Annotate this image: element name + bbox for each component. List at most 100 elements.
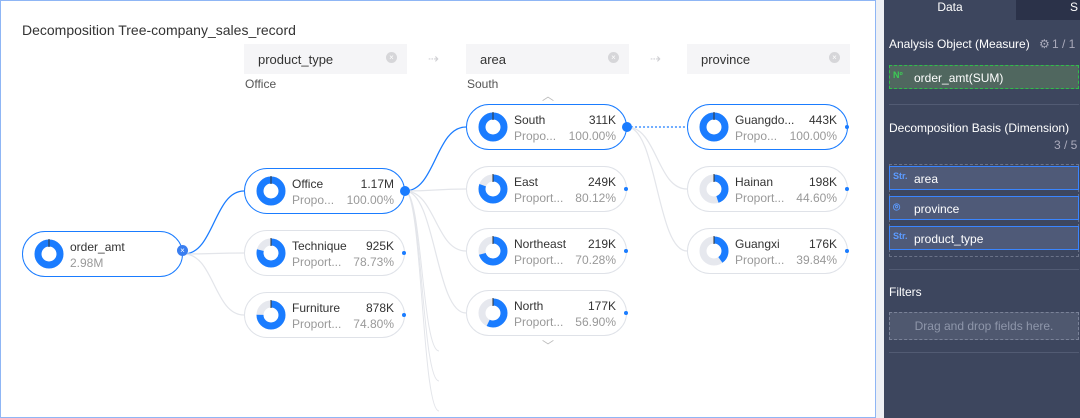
- node-name: Northeast: [514, 237, 567, 251]
- node-value: 925K: [365, 239, 394, 253]
- measure-title: Analysis Object (Measure): [889, 37, 1030, 51]
- remove-icon[interactable]: ×: [386, 52, 397, 63]
- tree-node[interactable]: East 249K Proport... 80.12%: [466, 166, 627, 212]
- level-selection: South: [467, 77, 499, 91]
- proportion-label: Propo...: [292, 193, 335, 207]
- remove-icon[interactable]: ×: [829, 52, 840, 63]
- proportion-donut-icon: [34, 239, 64, 269]
- node-value: 311K: [588, 113, 616, 127]
- tree-node[interactable]: Guangxi 176K Proport... 39.84%: [687, 228, 848, 274]
- proportion-value: 78.73%: [353, 255, 394, 269]
- tree-node[interactable]: Guangdo... 443K Propo... 100.00%: [687, 104, 848, 150]
- connector-line: [404, 190, 440, 382]
- chevron-up-icon[interactable]: ︿: [542, 87, 554, 104]
- expand-handle[interactable]: [622, 122, 632, 132]
- level-label: product_type: [258, 52, 334, 67]
- expand-handle[interactable]: [402, 251, 406, 255]
- string-icon: Str.: [893, 171, 908, 181]
- remove-icon[interactable]: ×: [608, 52, 619, 63]
- node-name: Guangdo...: [735, 113, 795, 127]
- expand-handle[interactable]: [624, 249, 628, 253]
- proportion-label: Propo...: [735, 129, 778, 143]
- proportion-label: Proport...: [514, 315, 564, 329]
- proportion-value: 80.12%: [575, 191, 616, 205]
- node-value: 176K: [808, 237, 837, 251]
- level-header-2[interactable]: province ×: [687, 44, 850, 74]
- node-name: Furniture: [292, 301, 341, 315]
- node-name: Office: [292, 177, 324, 191]
- node-name: South: [514, 113, 546, 127]
- node-name: Technique: [292, 239, 347, 253]
- proportion-donut-icon: [478, 174, 508, 204]
- decomposition-canvas: Decomposition Tree-company_sales_record …: [0, 0, 876, 418]
- sidebar: Data S Analysis Object (Measure) ⚙ 1 / 1…: [884, 0, 1080, 418]
- dimension-field-province[interactable]: ⌾ province: [889, 196, 1079, 220]
- root-node[interactable]: order_amt 2.98M: [22, 231, 183, 277]
- arrow-right-icon: ⇢: [650, 51, 661, 66]
- connector-line: [183, 252, 245, 255]
- tree-node[interactable]: Northeast 219K Proport... 70.28%: [466, 228, 627, 274]
- filters-dropzone[interactable]: Drag and drop fields here.: [889, 312, 1079, 340]
- expand-handle[interactable]: [845, 249, 849, 253]
- proportion-donut-icon: [256, 176, 286, 206]
- field-label: province: [914, 202, 960, 216]
- expand-handle[interactable]: [624, 311, 628, 315]
- dimension-title: Decomposition Basis (Dimension): [889, 121, 1070, 135]
- proportion-donut-icon: [478, 236, 508, 266]
- filters-title: Filters: [889, 285, 922, 299]
- node-value: 177K: [587, 299, 616, 313]
- tab-data[interactable]: Data: [884, 0, 1016, 20]
- gear-icon[interactable]: ⚙: [1039, 37, 1050, 51]
- measure-field[interactable]: Nº order_amt(SUM): [889, 65, 1079, 89]
- node-value: 219K: [587, 237, 616, 251]
- proportion-value: 39.84%: [796, 253, 837, 267]
- collapse-icon[interactable]: ×: [177, 245, 188, 256]
- divider: [889, 352, 1079, 353]
- node-value: 1.17M: [360, 177, 394, 191]
- expand-handle[interactable]: [402, 313, 406, 317]
- tab-style[interactable]: S: [1016, 0, 1080, 20]
- proportion-value: 74.80%: [353, 317, 394, 331]
- proportion-donut-icon: [699, 112, 729, 142]
- arrow-right-icon: ⇢: [428, 51, 439, 66]
- dimension-field-product-type[interactable]: Str. product_type: [889, 226, 1079, 250]
- tree-node[interactable]: Hainan 198K Proport... 44.60%: [687, 166, 848, 212]
- proportion-donut-icon: [256, 238, 286, 268]
- node-name: order_amt: [70, 240, 125, 254]
- tree-node[interactable]: Technique 925K Proport... 78.73%: [244, 230, 405, 276]
- proportion-donut-icon: [478, 298, 508, 328]
- expand-handle[interactable]: [400, 186, 410, 196]
- expand-handle[interactable]: [624, 187, 628, 191]
- proportion-label: Proport...: [514, 191, 564, 205]
- expand-handle[interactable]: [845, 125, 849, 129]
- level-selection: Office: [245, 77, 277, 91]
- node-name: East: [514, 175, 539, 189]
- level-header-1[interactable]: area ×: [466, 44, 629, 74]
- field-label: product_type: [914, 232, 984, 246]
- node-value: 198K: [808, 175, 837, 189]
- tree-node[interactable]: North 177K Proport... 56.90%: [466, 290, 627, 336]
- proportion-value: 100.00%: [346, 193, 394, 207]
- string-icon: Str.: [893, 231, 908, 241]
- measure-field-label: order_amt(SUM): [914, 71, 1004, 85]
- tree-node[interactable]: Office 1.17M Propo... 100.00%: [244, 168, 405, 214]
- proportion-donut-icon: [699, 174, 729, 204]
- node-name: Guangxi: [735, 237, 780, 251]
- connector-line: [404, 126, 467, 192]
- proportion-label: Proport...: [735, 253, 785, 267]
- connector-line: [626, 126, 688, 190]
- proportion-value: 70.28%: [575, 253, 616, 267]
- node-name: North: [514, 299, 544, 313]
- level-header-0[interactable]: product_type ×: [244, 44, 407, 74]
- dimension-field-area[interactable]: Str. area: [889, 166, 1079, 190]
- node-name: Hainan: [735, 175, 774, 189]
- node-value: 443K: [808, 113, 837, 127]
- connector-line: [404, 190, 440, 352]
- proportion-donut-icon: [256, 300, 286, 330]
- node-value: 2.98M: [70, 256, 104, 270]
- expand-handle[interactable]: [845, 187, 849, 191]
- tree-node[interactable]: Furniture 878K Proport... 74.80%: [244, 292, 405, 338]
- connector-line: [404, 190, 440, 412]
- tree-node[interactable]: South 311K Propo... 100.00%: [466, 104, 627, 150]
- chevron-down-icon[interactable]: ﹀: [542, 337, 554, 354]
